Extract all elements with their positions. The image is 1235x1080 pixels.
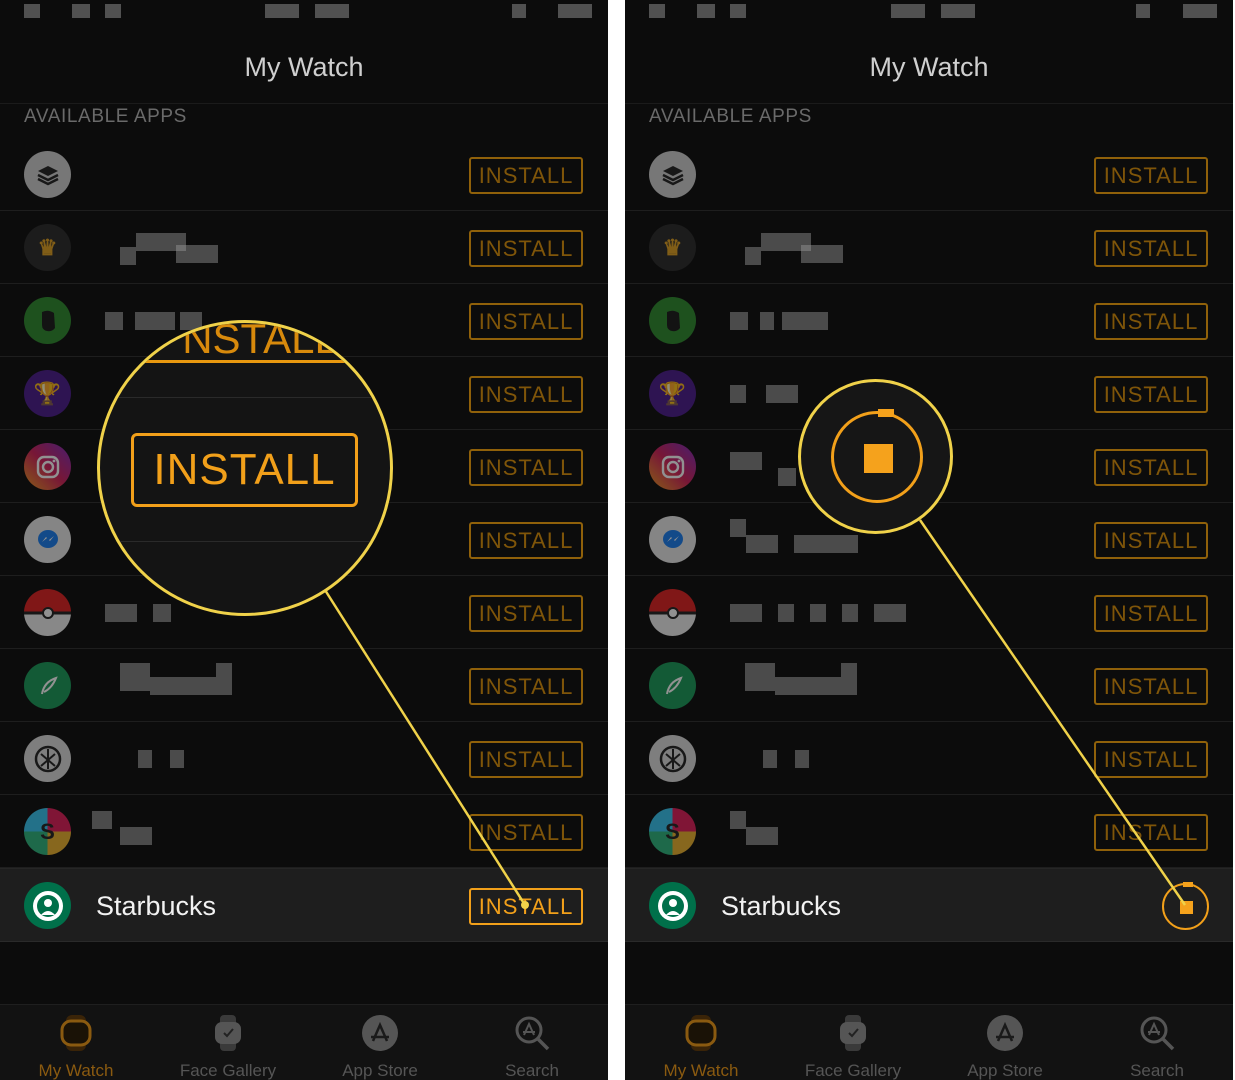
app-store-icon (360, 1013, 400, 1053)
comparison-stage: My Watch AVAILABLE APPS INSTALL ♛ INSTAL… (0, 0, 1235, 1080)
zoom-stop-icon (864, 444, 893, 473)
watch-icon (56, 1013, 96, 1053)
zoom-install-button: INSTALL (131, 433, 358, 507)
tab-label: My Watch (38, 1061, 114, 1080)
zoom-progress-ring (831, 409, 923, 503)
search-icon (512, 1013, 552, 1053)
watch-icon (681, 1013, 721, 1053)
zoom-progress-arc (878, 409, 894, 417)
tab-my-watch[interactable]: My Watch (625, 1005, 777, 1080)
tab-label: Search (505, 1061, 559, 1080)
tab-face-gallery[interactable]: Face Gallery (152, 1005, 304, 1080)
tab-app-store[interactable]: App Store (304, 1005, 456, 1080)
watch-face-icon (833, 1013, 873, 1053)
zoom-partial-button: NSTALL (130, 323, 390, 363)
tab-label: Face Gallery (804, 1061, 902, 1080)
app-store-icon (985, 1013, 1025, 1053)
tab-label: App Store (342, 1061, 418, 1080)
tab-app-store[interactable]: App Store (929, 1005, 1081, 1080)
zoom-callout (798, 379, 953, 534)
watch-face-icon (208, 1013, 248, 1053)
search-icon (1137, 1013, 1177, 1053)
right-screen: My Watch AVAILABLE APPS INSTALL ♛ INSTAL… (625, 0, 1233, 1080)
tab-bar: My Watch Face Gallery App Store Search (625, 1004, 1233, 1080)
zoom-callout: NSTALL INSTALL (97, 320, 393, 616)
tab-face-gallery[interactable]: Face Gallery (777, 1005, 929, 1080)
tab-search[interactable]: Search (1081, 1005, 1233, 1080)
callout-pointer-line (918, 519, 1187, 906)
tab-label: App Store (967, 1061, 1043, 1080)
tab-search[interactable]: Search (456, 1005, 608, 1080)
tab-label: Face Gallery (179, 1061, 277, 1080)
left-screen: My Watch AVAILABLE APPS INSTALL ♛ INSTAL… (0, 0, 608, 1080)
tab-label: My Watch (663, 1061, 739, 1080)
tab-bar: My Watch Face Gallery App Store Search (0, 1004, 608, 1080)
tab-label: Search (1130, 1061, 1184, 1080)
tab-my-watch[interactable]: My Watch (0, 1005, 152, 1080)
